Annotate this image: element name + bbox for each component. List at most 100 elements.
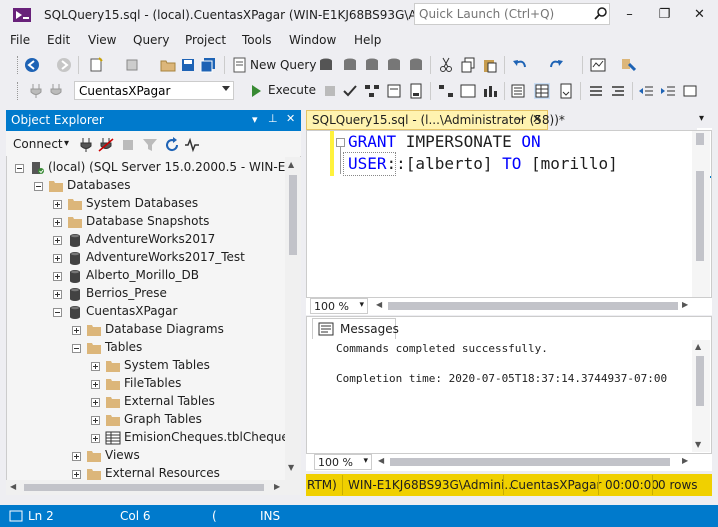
execute-button[interactable]: Execute [268,83,316,97]
parse-icon[interactable] [342,83,358,99]
tree-node[interactable]: External Tables [7,393,285,411]
menu-window[interactable]: Window [289,33,336,47]
menu-file[interactable]: File [10,33,30,47]
add-item-icon[interactable] [124,57,140,73]
tree-node[interactable]: EmisionCheques.tblCheques [7,429,285,447]
menu-tools[interactable]: Tools [242,33,272,47]
expand-icon[interactable] [53,254,62,263]
editor-horizontal-scrollbar[interactable] [388,302,678,310]
query-options-icon[interactable] [386,83,402,99]
open-file-icon[interactable] [160,57,176,73]
save-all-icon[interactable] [200,57,216,73]
scroll-left-icon[interactable]: ◀ [376,300,382,309]
tree-node[interactable]: Alberto_Morillo_DB [7,267,285,285]
execute-icon[interactable] [248,83,264,99]
properties-icon[interactable] [620,57,636,73]
menu-view[interactable]: View [88,33,116,47]
activity-monitor-icon[interactable] [184,137,200,153]
new-query-button[interactable]: New Query [250,58,316,72]
collapse-icon[interactable] [53,308,62,317]
display-estimated-plan-icon[interactable] [364,83,380,99]
results-to-grid-icon[interactable] [534,83,550,99]
scroll-left-icon[interactable]: ◀ [378,456,384,465]
activity-monitor-icon[interactable] [590,57,606,73]
tab-list-dropdown-icon[interactable]: ▾ [699,113,704,124]
object-explorer-horizontal-scrollbar[interactable]: ◀ ▶ [6,480,301,495]
tree-node[interactable]: Databases [7,177,285,195]
collapse-icon[interactable] [34,182,43,191]
tree-node[interactable]: Database Snapshots [7,213,285,231]
expand-icon[interactable] [72,326,81,335]
quick-launch-input[interactable] [414,3,610,25]
connect-button[interactable]: Connect [13,137,63,151]
connect-icon[interactable] [28,83,44,99]
connect-object-explorer-icon[interactable] [78,137,94,153]
tree-node[interactable]: Graph Tables [7,411,285,429]
save-icon[interactable] [180,57,196,73]
tree-node[interactable]: Views [7,447,285,465]
dmx-query-icon[interactable] [364,57,380,73]
menu-query[interactable]: Query [133,33,169,47]
specify-template-values-icon[interactable] [682,83,698,99]
cut-icon[interactable] [438,57,454,73]
expand-icon[interactable] [91,398,100,407]
tree-node[interactable]: CuentasXPagar [7,303,285,321]
results-to-text-icon[interactable] [510,83,526,99]
increase-indent-icon[interactable] [660,83,676,99]
editor-zoom-select[interactable]: 100 % ▾ [310,298,368,314]
expand-icon[interactable] [53,200,62,209]
stop-icon[interactable] [120,137,136,153]
paste-icon[interactable] [482,57,498,73]
results-zoom-select[interactable]: 100 % ▾ [314,454,372,470]
editor-vertical-scrollbar[interactable] [692,131,710,297]
available-databases-select[interactable] [74,81,234,100]
tree-node[interactable]: AdventureWorks2017_Test [7,249,285,267]
back-icon[interactable] [24,57,40,73]
search-icon[interactable] [594,6,608,20]
pin-icon[interactable]: ⊥ [268,112,278,125]
client-statistics-icon[interactable] [482,83,498,99]
tree-node[interactable]: FileTables [7,375,285,393]
stop-icon[interactable] [322,83,338,99]
expand-icon[interactable] [53,290,62,299]
include-actual-plan-icon[interactable] [438,83,454,99]
expand-icon[interactable] [72,470,81,479]
tree-node[interactable]: (local) (SQL Server 15.0.2000.5 - WIN-E1… [7,159,285,177]
toolbar-grip[interactable] [17,82,20,100]
expand-icon[interactable] [91,416,100,425]
results-to-file-icon[interactable] [558,83,574,99]
collapse-icon[interactable] [72,344,81,353]
filter-icon[interactable] [142,137,158,153]
expand-icon[interactable] [53,236,62,245]
live-query-statistics-icon[interactable] [460,83,476,99]
restore-button[interactable]: ❐ [647,0,682,30]
tree-node[interactable]: Database Diagrams [7,321,285,339]
tree-node[interactable]: AdventureWorks2017 [7,231,285,249]
forward-icon[interactable] [56,57,72,73]
dropdown-icon[interactable]: ▾ [252,113,258,126]
redo-icon[interactable] [548,57,564,73]
toolbar-grip[interactable] [17,56,20,74]
chevron-down-icon[interactable]: ▾ [64,138,69,149]
collapse-region-icon[interactable] [336,138,345,147]
close-window-button[interactable]: ✕ [682,0,717,30]
mdx-query-icon[interactable] [342,57,358,73]
tree-node[interactable]: System Databases [7,195,285,213]
scroll-right-icon[interactable]: ▶ [682,456,688,465]
code-line-1[interactable]: GRANT IMPERSONATE ON [348,132,541,151]
object-explorer-vertical-scrollbar[interactable]: ▲ ▼ [285,157,301,480]
tree-node[interactable]: Tables [7,339,285,357]
expand-icon[interactable] [53,218,62,227]
close-panel-button[interactable]: ✕ [286,112,295,125]
new-project-icon[interactable] [88,57,104,73]
database-engine-query-icon[interactable] [318,57,334,73]
menu-edit[interactable]: Edit [47,33,70,47]
expand-icon[interactable] [91,380,100,389]
decrease-indent-icon[interactable] [638,83,654,99]
refresh-icon[interactable] [164,137,180,153]
results-vertical-scrollbar[interactable]: ▲ ▼ [692,340,710,452]
menu-help[interactable]: Help [354,33,381,47]
menu-project[interactable]: Project [185,33,226,47]
disconnect-icon[interactable] [98,137,114,153]
dax-query-icon[interactable] [408,57,424,73]
